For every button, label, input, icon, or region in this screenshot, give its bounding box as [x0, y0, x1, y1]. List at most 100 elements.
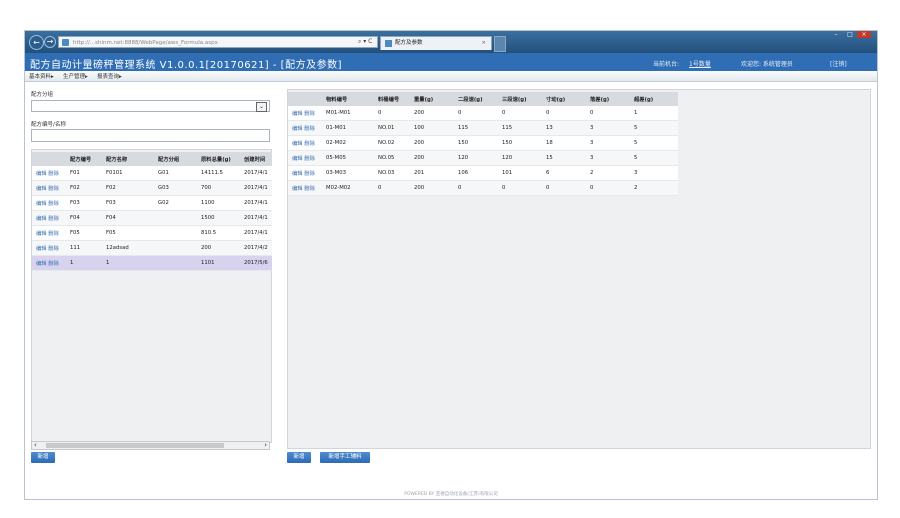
table-row[interactable]: 编辑 删除 F04 F04 1500 2017/4/1: [32, 210, 272, 226]
table-row[interactable]: 编辑 删除 F05 F05 810.5 2017/4/1: [32, 225, 272, 241]
address-url: http://...shinm.net:8888/WebPage/aws_For…: [73, 40, 218, 46]
cell: F03: [102, 195, 154, 211]
cell: 5: [630, 135, 678, 151]
table-row[interactable]: 编辑 删除 05-M05 NO.05 200 120 120 15 3 5: [288, 150, 678, 166]
cell: 2: [630, 180, 678, 196]
menu-reports[interactable]: 报表查询▸: [97, 72, 122, 80]
edit-delete-links[interactable]: 编辑 删除: [32, 166, 66, 181]
cell: 2017/5/6: [240, 255, 272, 271]
cell: 200: [410, 135, 454, 151]
edit-delete-links[interactable]: 编辑 删除: [32, 240, 66, 256]
add-formula-button[interactable]: 新增: [31, 452, 55, 463]
table-row[interactable]: 编辑 删除 F01 F0101 G01 14111.5 2017/4/1: [32, 166, 272, 181]
cell: 18: [542, 135, 586, 151]
maximize-icon[interactable]: □: [843, 31, 857, 38]
table-row[interactable]: 编辑 删除 M01-M01 0 200 0 0 0 0 1: [288, 106, 678, 121]
cell: 14111.5: [197, 166, 240, 181]
cell: [154, 225, 197, 241]
edit-delete-links[interactable]: 编辑 删除: [32, 255, 66, 271]
search-label: 配方编号/名称: [31, 122, 66, 128]
cell: F01: [66, 166, 102, 181]
edit-delete-links[interactable]: 编辑 删除: [32, 180, 66, 196]
chevron-down-icon[interactable]: ⌄: [256, 102, 267, 112]
col-third-speed[interactable]: 三段速(g): [498, 92, 542, 106]
cell: 101: [498, 165, 542, 181]
col-total-weight[interactable]: 原料总量(g): [197, 152, 240, 166]
col-drop[interactable]: 落差(g): [586, 92, 630, 106]
cell: 0: [454, 180, 498, 196]
scroll-left-icon[interactable]: ‹: [34, 441, 37, 449]
forward-button[interactable]: →: [44, 36, 56, 48]
col-bucket-code[interactable]: 料桶编号: [374, 92, 410, 106]
app-header: 配方自动计量磅秤管理系统 V1.0.0.1[20170621] - [配方及参数…: [25, 53, 877, 71]
cell: 120: [454, 150, 498, 166]
edit-delete-links[interactable]: 编辑 删除: [288, 135, 322, 151]
table-row[interactable]: 编辑 删除 F02 F02 G03 700 2017/4/1: [32, 180, 272, 196]
add-material-button[interactable]: 新增: [287, 452, 311, 463]
add-manual-material-button[interactable]: 新增手工辅料: [320, 452, 370, 463]
welcome-text: 欢迎您: 系统管理员: [741, 61, 793, 68]
table-row[interactable]: 编辑 删除 111 12adsad 200 2017/4/2: [32, 240, 272, 256]
col-weight[interactable]: 重量(g): [410, 92, 454, 106]
table-row[interactable]: 编辑 删除 02-M02 NO.02 200 150 150 18 3 5: [288, 135, 678, 151]
minimize-icon[interactable]: –: [829, 31, 843, 38]
scroll-right-icon[interactable]: ›: [264, 441, 267, 449]
edit-delete-links[interactable]: 编辑 删除: [32, 195, 66, 211]
address-bar[interactable]: http://...shinm.net:8888/WebPage/aws_For…: [58, 36, 378, 48]
col-formula-code[interactable]: 配方编号: [66, 152, 102, 166]
edit-delete-links[interactable]: 编辑 删除: [288, 106, 322, 121]
cell: 200: [410, 150, 454, 166]
group-select[interactable]: ⌄: [31, 100, 270, 112]
table-row[interactable]: 编辑 删除 03-M03 NO.03 201 106 101 6 2 3: [288, 165, 678, 181]
cell: 2017/4/2: [240, 240, 272, 256]
edit-delete-links[interactable]: 编辑 删除: [32, 210, 66, 226]
cell: 810.5: [197, 225, 240, 241]
cell: 2: [586, 165, 630, 181]
cell: F04: [102, 210, 154, 226]
table-row-selected[interactable]: 编辑 删除 1 1 1101 2017/5/6: [32, 255, 272, 271]
col-overtolerance[interactable]: 超差(g): [630, 92, 678, 106]
cell: M02-M02: [322, 180, 374, 196]
edit-delete-links[interactable]: 编辑 删除: [32, 225, 66, 241]
cell: 200: [197, 240, 240, 256]
search-input[interactable]: [31, 129, 270, 142]
menu-production[interactable]: 生产管理▸: [63, 72, 88, 80]
cell: 05-M05: [322, 150, 374, 166]
col-formula-name[interactable]: 配方名称: [102, 152, 154, 166]
col-formula-group[interactable]: 配方分组: [154, 152, 197, 166]
cell: 0: [586, 106, 630, 121]
col-created-time[interactable]: 创建时间: [240, 152, 272, 166]
scroll-thumb[interactable]: [46, 443, 224, 448]
cell: 150: [498, 135, 542, 151]
table-row[interactable]: 编辑 删除 01-M01 NO.01 100 115 115 13 3 5: [288, 120, 678, 136]
back-button[interactable]: ←: [29, 35, 44, 50]
address-tools[interactable]: ⌕ ▾ C: [358, 36, 372, 48]
horizontal-scrollbar[interactable]: ‹ ›: [31, 441, 270, 450]
browser-tab[interactable]: 配方及参数 ×: [380, 36, 492, 50]
cell: NO.03: [374, 165, 410, 181]
table-row[interactable]: 编辑 删除 F03 F03 G02 1100 2017/4/1: [32, 195, 272, 211]
cell: 0: [498, 106, 542, 121]
menu-basic-data[interactable]: 基本资料▸: [29, 72, 54, 80]
cell: 01-M01: [322, 120, 374, 136]
new-tab-button[interactable]: [494, 36, 506, 52]
machine-label: 当前机台:: [653, 61, 680, 68]
edit-delete-links[interactable]: 编辑 删除: [288, 120, 322, 136]
browser-chrome: ← → http://...shinm.net:8888/WebPage/aws…: [25, 31, 877, 53]
tab-close-icon[interactable]: ×: [481, 37, 486, 50]
close-window-icon[interactable]: ×: [857, 31, 871, 38]
machine-link[interactable]: 1号数量: [689, 59, 711, 68]
edit-delete-links[interactable]: 编辑 删除: [288, 180, 322, 196]
edit-delete-links[interactable]: 编辑 删除: [288, 165, 322, 181]
cell: 111: [66, 240, 102, 256]
table-row[interactable]: 编辑 删除 M02-M02 0 200 0 0 0 0 2: [288, 180, 678, 196]
logout-link[interactable]: [注销]: [830, 59, 847, 68]
col-second-speed[interactable]: 二段速(g): [454, 92, 498, 106]
edit-delete-links[interactable]: 编辑 删除: [288, 150, 322, 166]
col-inching[interactable]: 寸动(g): [542, 92, 586, 106]
cell: 200: [410, 180, 454, 196]
cell: F05: [102, 225, 154, 241]
cell: 100: [410, 120, 454, 136]
cell: F02: [66, 180, 102, 196]
col-material-code[interactable]: 物料编号: [322, 92, 374, 106]
